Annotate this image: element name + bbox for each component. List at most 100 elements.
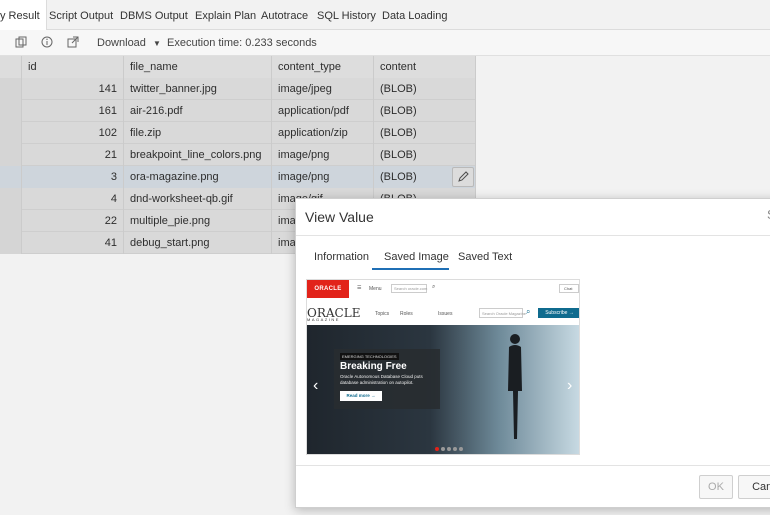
row-number[interactable] bbox=[0, 166, 22, 188]
table-row[interactable]: 3 ora-magazine.png image/png (BLOB) bbox=[0, 166, 476, 188]
preview-magazine-search: Search Oracle Magazine bbox=[479, 308, 526, 318]
cell-id[interactable]: 4 bbox=[22, 188, 124, 210]
column-header-content[interactable]: content bbox=[374, 56, 476, 78]
copy-icon[interactable] bbox=[15, 36, 27, 48]
row-number-header bbox=[0, 56, 22, 78]
carousel-dot bbox=[435, 447, 439, 451]
row-number[interactable] bbox=[0, 210, 22, 232]
tab-data-loading[interactable]: Data Loading bbox=[382, 0, 447, 30]
cell-file-name[interactable]: air-216.pdf bbox=[124, 100, 272, 122]
cell-id[interactable]: 22 bbox=[22, 210, 124, 232]
edit-value-button[interactable] bbox=[452, 167, 474, 187]
row-number[interactable] bbox=[0, 232, 22, 254]
dialog-footer-divider bbox=[296, 465, 770, 466]
hero-title: Breaking Free bbox=[340, 361, 407, 372]
tab-information[interactable]: Information bbox=[314, 251, 369, 263]
tab-query-result[interactable]: y Result bbox=[0, 0, 47, 30]
hamburger-icon: ☰ bbox=[357, 285, 362, 291]
carousel-dot bbox=[441, 447, 445, 451]
tab-sql-history[interactable]: SQL History bbox=[317, 0, 376, 30]
download-menu[interactable]: Download ▼ bbox=[97, 30, 161, 56]
cell-id[interactable]: 41 bbox=[22, 232, 124, 254]
cell-file-name[interactable]: multiple_pie.png bbox=[124, 210, 272, 232]
tab-explain-plan[interactable]: Explain Plan bbox=[195, 0, 256, 30]
results-tab-bar: y Result Script Output DBMS Output Expla… bbox=[0, 0, 770, 30]
column-header-content-type[interactable]: content_type bbox=[272, 56, 374, 78]
chevron-left-icon: ‹ bbox=[313, 377, 319, 394]
oracle-logo: ORACLE bbox=[307, 280, 349, 298]
cell-id[interactable]: 3 bbox=[22, 166, 124, 188]
table-row[interactable]: 141 twitter_banner.jpg image/jpeg (BLOB) bbox=[0, 78, 476, 100]
cell-file-name[interactable]: dnd-worksheet-qb.gif bbox=[124, 188, 272, 210]
hero-banner: EMERGING TECHNOLOGIES Breaking Free Orac… bbox=[307, 325, 579, 454]
carousel-dots bbox=[435, 447, 465, 452]
cell-content-type[interactable]: image/jpeg bbox=[272, 78, 374, 100]
tab-saved-text[interactable]: Saved Text bbox=[458, 251, 512, 263]
cell-content[interactable]: (BLOB) bbox=[374, 100, 476, 122]
grid-header-row: id file_name content_type content bbox=[0, 56, 476, 78]
info-icon[interactable] bbox=[41, 36, 53, 48]
caret-down-icon: ▼ bbox=[152, 39, 161, 48]
cell-id[interactable]: 141 bbox=[22, 78, 124, 100]
magazine-logo-sub: MAGAZINE bbox=[307, 317, 340, 322]
search-icon: ⌕ bbox=[432, 284, 436, 290]
cancel-button[interactable]: Cance bbox=[738, 475, 770, 499]
person-silhouette bbox=[508, 334, 522, 439]
cell-file-name[interactable]: breakpoint_line_colors.png bbox=[124, 144, 272, 166]
dialog-divider bbox=[296, 235, 770, 236]
chevron-right-icon: › bbox=[567, 377, 573, 394]
preview-nav-topics: Topics bbox=[375, 311, 390, 317]
table-row[interactable]: 161 air-216.pdf application/pdf (BLOB) bbox=[0, 100, 476, 122]
preview-chat-button: Chat bbox=[559, 284, 579, 293]
table-row[interactable]: 21 breakpoint_line_colors.png image/png (BL… bbox=[0, 144, 476, 166]
hero-panel: EMERGING TECHNOLOGIES Breaking Free Orac… bbox=[334, 349, 440, 409]
pencil-icon bbox=[458, 171, 469, 182]
row-number[interactable] bbox=[0, 188, 22, 210]
table-row[interactable]: 102 file.zip application/zip (BLOB) bbox=[0, 122, 476, 144]
cell-content-type[interactable]: application/zip bbox=[272, 122, 374, 144]
row-number[interactable] bbox=[0, 100, 22, 122]
cell-file-name[interactable]: ora-magazine.png bbox=[124, 166, 272, 188]
row-number[interactable] bbox=[0, 78, 22, 100]
tab-script-output[interactable]: Script Output bbox=[49, 0, 113, 30]
magnifier-icon: ⌕ bbox=[526, 307, 531, 316]
cell-content[interactable]: (BLOB) bbox=[374, 78, 476, 100]
active-tab-indicator bbox=[372, 268, 449, 270]
tab-autotrace[interactable]: Autotrace bbox=[261, 0, 308, 30]
cell-content-type[interactable]: application/pdf bbox=[272, 100, 374, 122]
carousel-dot bbox=[453, 447, 457, 451]
carousel-dot bbox=[447, 447, 451, 451]
preview-subscribe-button: Subscribe → bbox=[538, 308, 579, 318]
open-external-icon[interactable] bbox=[67, 36, 79, 48]
cell-content-type[interactable]: image/png bbox=[272, 166, 374, 188]
cell-content[interactable]: (BLOB) bbox=[374, 144, 476, 166]
row-number[interactable] bbox=[0, 144, 22, 166]
hero-read-more-button: Read more → bbox=[340, 391, 382, 401]
cell-content[interactable]: (BLOB) bbox=[374, 122, 476, 144]
cell-content-type[interactable]: image/png bbox=[272, 144, 374, 166]
cell-id[interactable]: 161 bbox=[22, 100, 124, 122]
cell-file-name[interactable]: file.zip bbox=[124, 122, 272, 144]
column-header-id[interactable]: id bbox=[22, 56, 124, 78]
cell-file-name[interactable]: debug_start.png bbox=[124, 232, 272, 254]
hero-description: Oracle Autonomous Database Cloud puts da… bbox=[340, 374, 423, 385]
preview-nav-issues: Issues bbox=[438, 311, 453, 317]
view-value-dialog: View Value S Information Saved Image Sav… bbox=[295, 198, 770, 508]
cell-id[interactable]: 21 bbox=[22, 144, 124, 166]
execution-time: Execution time: 0.233 seconds bbox=[167, 37, 317, 49]
ok-button[interactable]: OK bbox=[699, 475, 733, 499]
cell-id[interactable]: 102 bbox=[22, 122, 124, 144]
preview-search-box: Search oracle.com bbox=[391, 284, 427, 293]
download-label: Download bbox=[97, 37, 146, 49]
row-number[interactable] bbox=[0, 122, 22, 144]
results-toolbar: Download ▼ Execution time: 0.233 seconds bbox=[0, 30, 770, 56]
column-header-file-name[interactable]: file_name bbox=[124, 56, 272, 78]
tab-saved-image[interactable]: Saved Image bbox=[384, 251, 449, 263]
saved-image-preview: ORACLE ☰ Menu Search oracle.com ⌕ Chat O… bbox=[306, 279, 580, 455]
tab-dbms-output[interactable]: DBMS Output bbox=[120, 0, 188, 30]
cell-file-name[interactable]: twitter_banner.jpg bbox=[124, 78, 272, 100]
carousel-dot bbox=[459, 447, 463, 451]
hero-tag: EMERGING TECHNOLOGIES bbox=[340, 353, 399, 360]
preview-nav-roles: Roles bbox=[400, 311, 413, 317]
preview-menu-label: Menu bbox=[369, 286, 382, 292]
